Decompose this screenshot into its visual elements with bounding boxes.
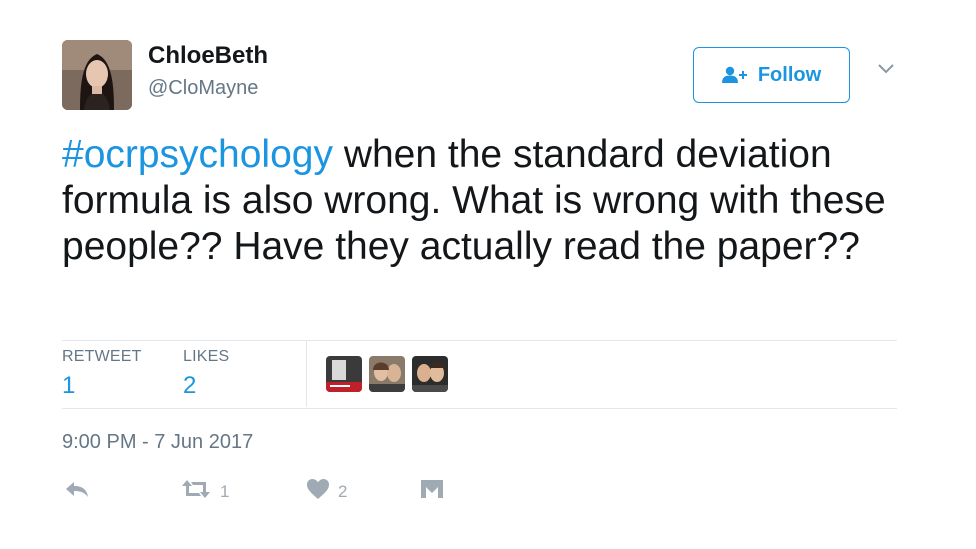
retweets-label[interactable]: RETWEET	[62, 348, 142, 366]
follow-button[interactable]: Follow	[693, 47, 850, 103]
display-name[interactable]: ChloeBeth	[148, 42, 268, 70]
divider	[62, 340, 897, 341]
retweets-count[interactable]: 1	[62, 372, 75, 400]
reply-button[interactable]	[64, 478, 90, 505]
follow-button-label: Follow	[757, 63, 822, 86]
retweet-icon	[180, 478, 212, 505]
chevron-down-icon[interactable]	[876, 62, 896, 76]
hashtag-link[interactable]: #ocrpsychology	[62, 133, 333, 176]
heart-icon	[306, 478, 330, 505]
retweet-button[interactable]: 1	[180, 478, 229, 505]
timestamp[interactable]: 9:00 PM - 7 Jun 2017	[62, 431, 253, 454]
reply-icon	[64, 478, 90, 505]
divider	[62, 408, 897, 409]
liker-avatar[interactable]	[412, 356, 448, 392]
liker-avatar[interactable]	[326, 356, 362, 392]
stats-divider	[306, 341, 307, 407]
likes-count[interactable]: 2	[183, 372, 196, 400]
like-button[interactable]: 2	[306, 478, 347, 505]
tweet-text: #ocrpsychology when the standard deviati…	[62, 132, 922, 270]
retweet-action-count: 1	[220, 481, 230, 501]
like-action-count: 2	[338, 481, 348, 501]
likes-label[interactable]: LIKES	[183, 348, 229, 366]
add-user-icon	[721, 66, 748, 84]
liker-avatar[interactable]	[369, 356, 405, 392]
user-handle[interactable]: @CloMayne	[148, 77, 258, 100]
direct-message-icon	[420, 478, 444, 505]
direct-message-button[interactable]	[420, 478, 444, 505]
avatar[interactable]	[62, 40, 132, 110]
